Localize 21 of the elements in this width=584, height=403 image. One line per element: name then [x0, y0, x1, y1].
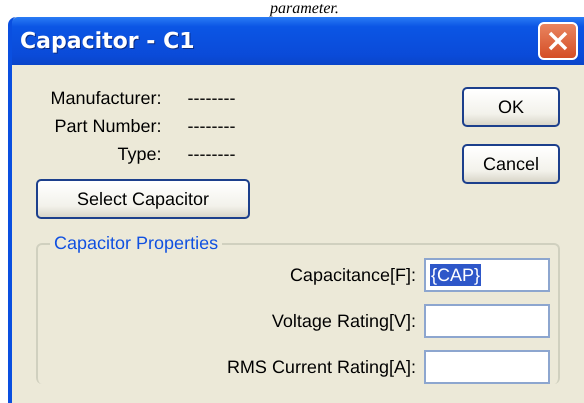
select-capacitor-button[interactable]: Select Capacitor [36, 179, 250, 219]
field-label: RMS Current Rating[A]: [226, 356, 416, 378]
window-title: Capacitor - C1 [20, 28, 195, 54]
group-title: Capacitor Properties [53, 233, 220, 254]
info-label: Part Number: [54, 115, 162, 137]
close-icon [547, 30, 569, 52]
close-button[interactable] [538, 22, 578, 60]
field-value: {CAP} [430, 264, 482, 286]
ok-button[interactable]: OK [462, 87, 560, 127]
info-value: -------- [188, 115, 236, 137]
info-label: Type: [116, 143, 162, 165]
info-value: -------- [188, 143, 236, 165]
info-label: Manufacturer: [49, 87, 162, 109]
document-text: parameter. [268, 0, 340, 17]
input-field[interactable] [424, 304, 550, 338]
cancel-button[interactable]: Cancel [462, 144, 560, 184]
info-value: -------- [188, 87, 236, 109]
input-field[interactable] [424, 350, 550, 384]
field-label: Capacitance[F]: [290, 264, 416, 286]
input-field[interactable]: {CAP} [424, 258, 550, 292]
field-label: Voltage Rating[V]: [272, 310, 416, 332]
